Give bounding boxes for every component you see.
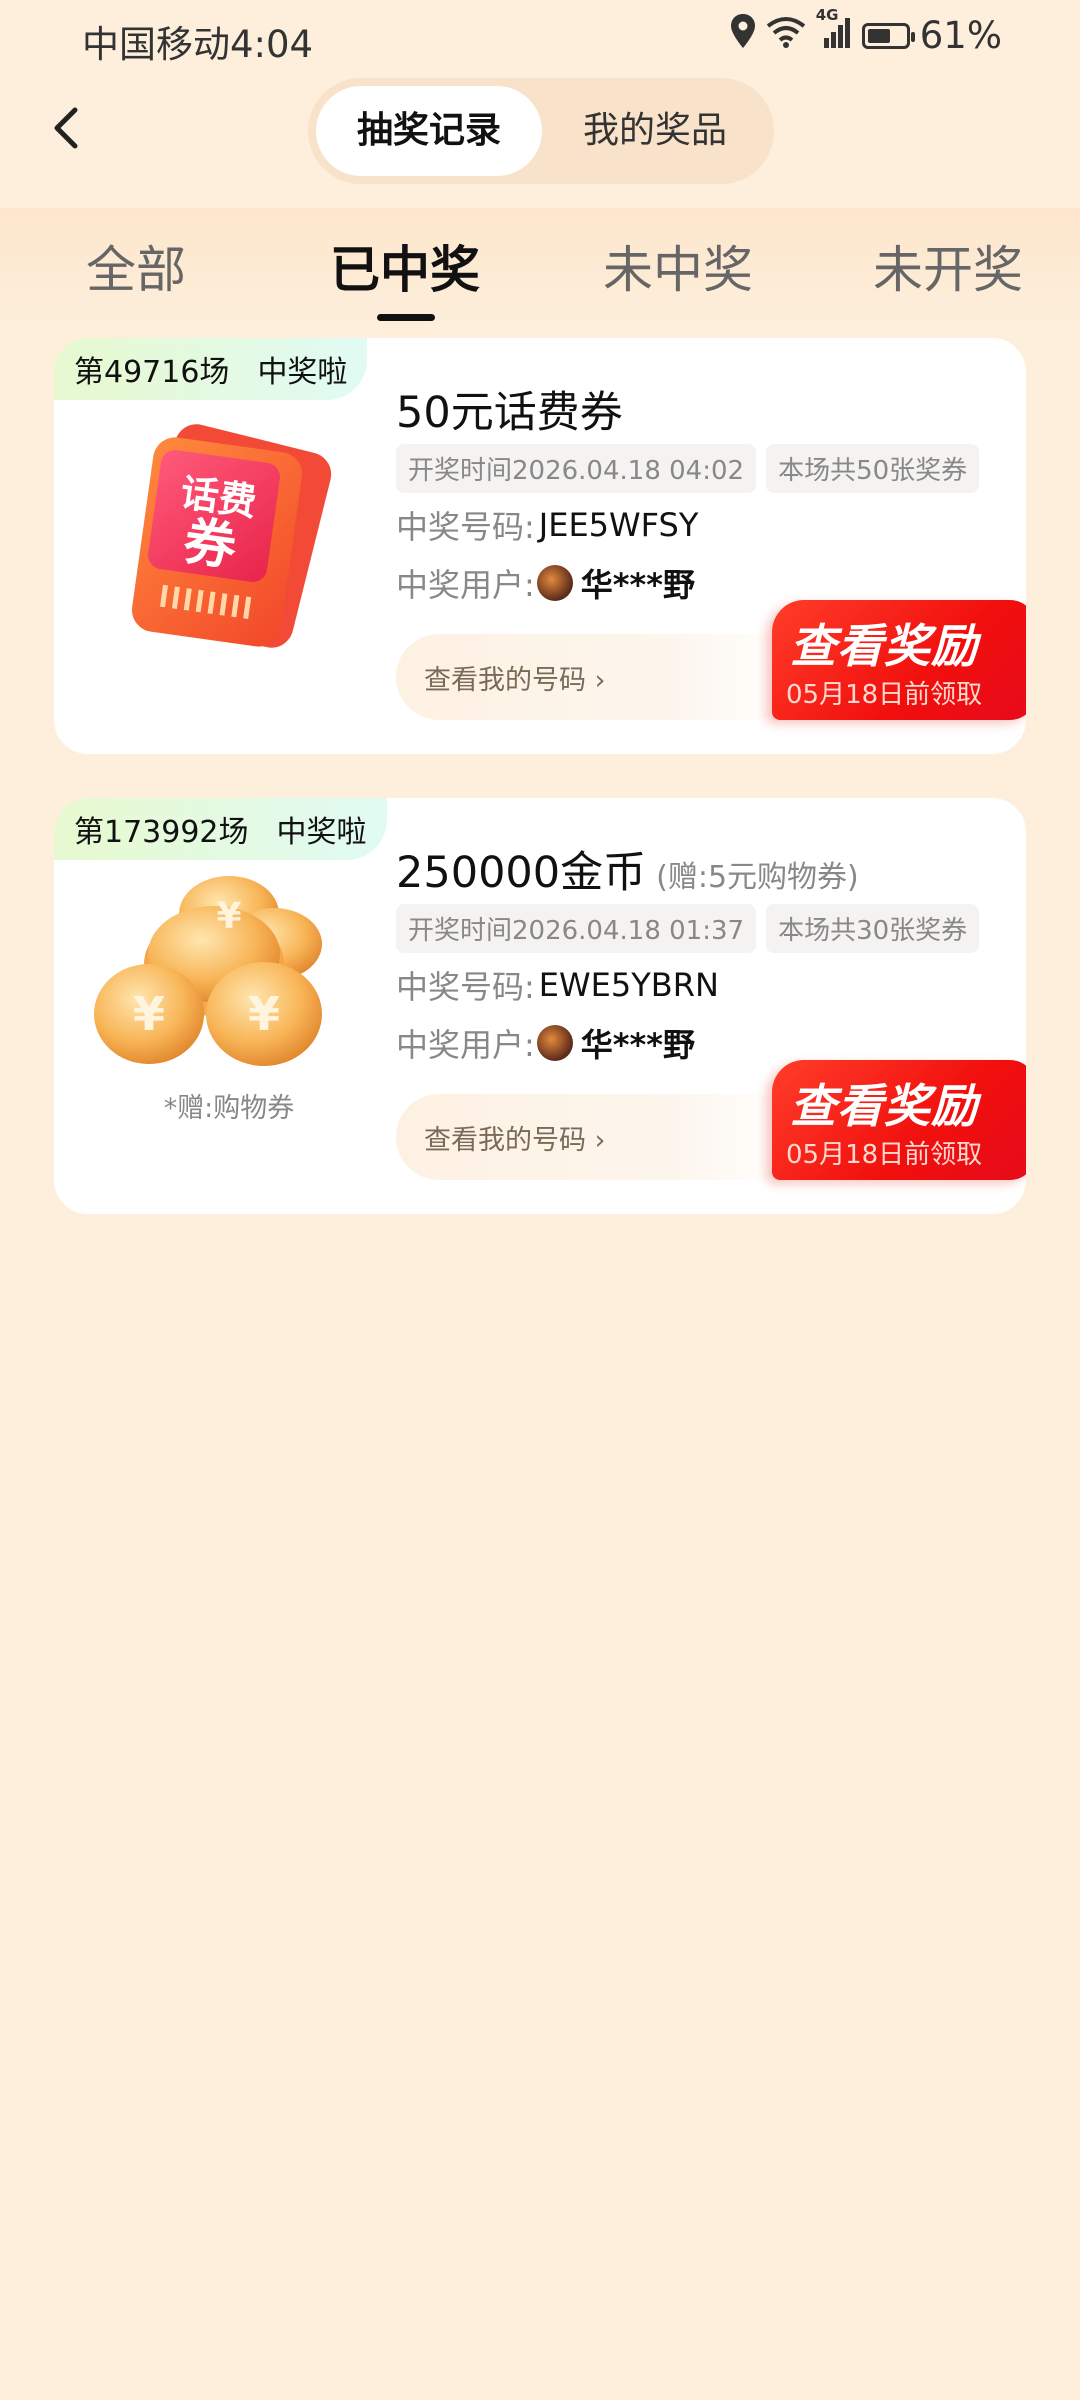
claim-deadline: 05月18日前领取 <box>786 1140 983 1170</box>
view-my-numbers-text: 查看我的号码 › <box>424 665 606 696</box>
chevron-left-icon <box>51 106 81 154</box>
winner-row: 中奖用户: 华***野 <box>396 560 695 606</box>
tab-active-indicator <box>377 314 435 321</box>
avatar <box>536 565 573 601</box>
network-type: 4G <box>815 6 839 24</box>
view-reward-button[interactable]: 查看奖励 05月18日前领取 <box>772 1060 1026 1180</box>
view-reward-label: 查看奖励 <box>790 619 978 673</box>
draw-time: 开奖时间2026.04.18 01:37 <box>396 904 757 953</box>
view-my-numbers-text: 查看我的号码 › <box>424 1125 606 1156</box>
coupon-image-text: 券 <box>180 511 241 578</box>
battery-percent: 61% <box>919 14 1002 57</box>
segment-my-prizes[interactable]: 我的奖品 <box>542 86 768 176</box>
prize-record-card[interactable]: 第173992场 中奖啦 ¥ ¥ ¥ *赠:购物券 250000金币 (赠:5元购… <box>54 798 1026 1214</box>
draw-time: 开奖时间2026.04.18 04:02 <box>396 444 757 493</box>
win-status: 中奖啦 <box>257 355 348 390</box>
round-number: 第173992场 <box>74 815 249 850</box>
segmented-control: 抽奖记录 我的奖品 <box>308 78 774 184</box>
signal-icon: 4G <box>816 6 852 57</box>
tab-won[interactable]: 已中奖 <box>330 230 480 302</box>
back-button[interactable] <box>36 100 96 160</box>
round-number: 第49716场 <box>74 355 230 390</box>
tab-all[interactable]: 全部 <box>86 230 186 302</box>
battery-fill <box>867 28 890 43</box>
draw-info-chips: 开奖时间2026.04.18 04:02 本场共50张奖券 <box>396 444 980 493</box>
svg-text:¥: ¥ <box>248 987 280 1041</box>
filter-tabs: 全部 已中奖 未中奖 未开奖 <box>0 208 1080 324</box>
winning-code-row: 中奖号码: EWE5YBRN <box>396 962 719 1008</box>
round-badge: 第173992场 中奖啦 <box>54 798 387 860</box>
carrier-time: 中国移动4:04 <box>82 23 314 66</box>
tab-not-drawn[interactable]: 未开奖 <box>873 230 1023 302</box>
avatar <box>536 1025 573 1061</box>
winning-code: JEE5WFSY <box>538 506 699 544</box>
prize-record-card[interactable]: 第49716场 中奖啦 话费 券 50元话费券 开奖时间2026.04.18 0… <box>54 338 1026 754</box>
winning-code-row: 中奖号码: JEE5WFSY <box>396 502 698 548</box>
prize-name: 250000金币 <box>396 848 647 898</box>
status-icons: 4G 61% <box>730 6 1002 57</box>
svg-text:¥: ¥ <box>133 987 165 1041</box>
coupon-count: 本场共50张奖券 <box>766 444 980 493</box>
wifi-icon <box>766 14 806 57</box>
view-my-numbers-link[interactable]: 查看我的号码 › <box>396 1094 796 1180</box>
battery-icon <box>861 22 915 49</box>
win-status: 中奖啦 <box>276 815 367 850</box>
round-badge: 第49716场 中奖啦 <box>54 338 368 400</box>
claim-deadline: 05月18日前领取 <box>786 680 983 710</box>
segment-draw-records[interactable]: 抽奖记录 <box>316 86 542 176</box>
prize-name: 50元话费券 <box>396 388 623 438</box>
phone-bill-coupon-icon: 话费 券 <box>84 416 374 666</box>
svg-text:¥: ¥ <box>216 896 241 937</box>
winning-code: EWE5YBRN <box>538 966 719 1004</box>
winner-row: 中奖用户: 华***野 <box>396 1020 695 1066</box>
winning-code-label: 中奖号码: <box>396 968 535 1006</box>
view-my-numbers-link[interactable]: 查看我的号码 › <box>396 634 796 720</box>
view-reward-label: 查看奖励 <box>790 1079 978 1133</box>
winner-name: 华***野 <box>580 566 696 604</box>
prize-title: 50元话费券 <box>396 378 633 440</box>
image-note: *赠:购物券 <box>163 1093 295 1124</box>
prize-extra: (赠:5元购物券) <box>656 860 859 895</box>
coupon-count: 本场共30张奖券 <box>766 904 980 953</box>
winner-name: 华***野 <box>580 1026 696 1064</box>
winning-code-label: 中奖号码: <box>396 508 535 546</box>
winner-label: 中奖用户: <box>396 566 535 604</box>
tab-not-won[interactable]: 未中奖 <box>603 230 753 302</box>
status-bar: 中国移动4:04 4G 61% <box>0 0 1080 72</box>
draw-info-chips: 开奖时间2026.04.18 01:37 本场共30张奖券 <box>396 904 980 953</box>
location-icon <box>730 14 756 57</box>
winner-label: 中奖用户: <box>396 1026 535 1064</box>
gold-coins-icon: ¥ ¥ ¥ <box>84 874 374 1094</box>
prize-title: 250000金币 (赠:5元购物券) <box>396 838 859 900</box>
view-reward-button[interactable]: 查看奖励 05月18日前领取 <box>772 600 1026 720</box>
header: 抽奖记录 我的奖品 <box>0 72 1080 190</box>
